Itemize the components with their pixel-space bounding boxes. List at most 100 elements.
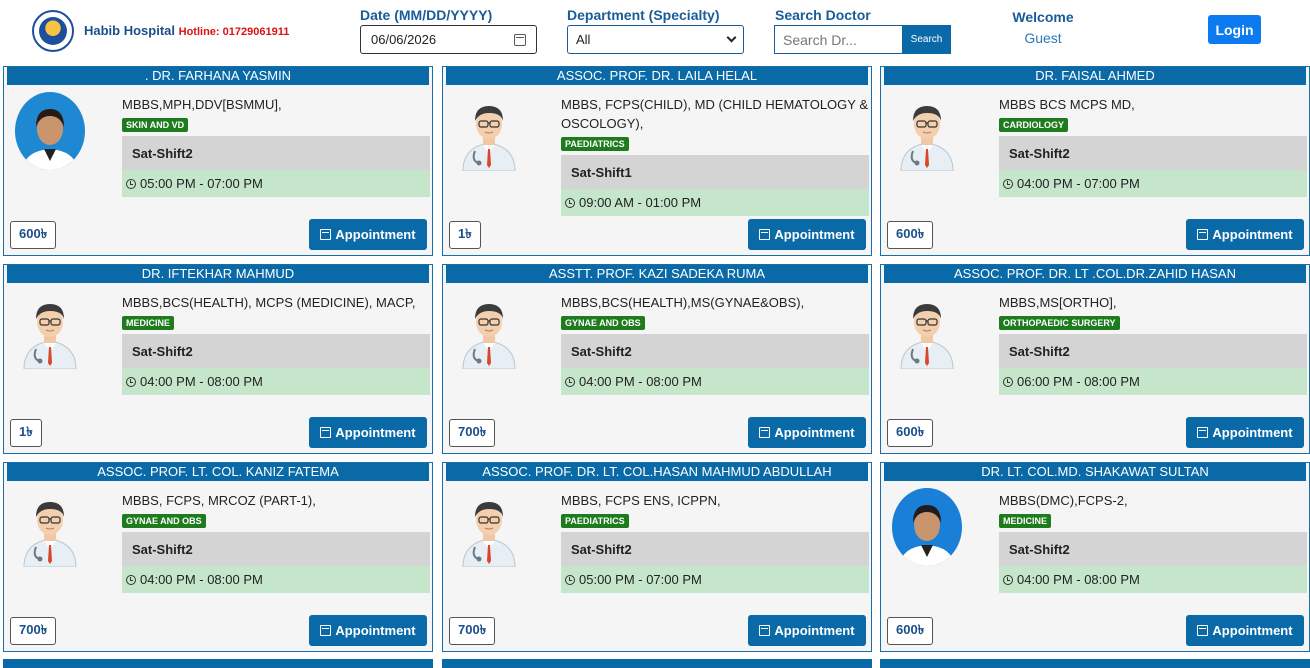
time-slot: 04:00 PM - 08:00 PM: [122, 368, 430, 395]
department-value: All: [576, 32, 591, 47]
clock-icon: [1003, 376, 1013, 387]
search-button[interactable]: Search: [902, 25, 951, 54]
search-box: Search Dr... Search: [774, 25, 951, 54]
doctor-details: MBBS BCS MCPS MD, CARDIOLOGY Sat-Shift2 04:…: [999, 95, 1309, 197]
user-name: Guest: [1024, 30, 1062, 46]
hospital-logo[interactable]: [32, 10, 74, 52]
appointment-button[interactable]: Appointment: [1186, 417, 1304, 448]
card-stub: [880, 659, 1310, 668]
calendar-icon: [320, 229, 332, 240]
appointment-button[interactable]: Appointment: [309, 417, 427, 448]
shift-label: Sat-Shift2: [122, 136, 430, 170]
doctor-name: DR. IFTEKHAR MAHMUD: [7, 265, 429, 283]
appointment-label: Appointment: [774, 425, 855, 440]
doctor-details: MBBS(DMC),FCPS-2, MEDICINE Sat-Shift2 04:00…: [999, 491, 1309, 593]
doctor-avatar: [891, 91, 963, 172]
time-range: 09:00 AM - 01:00 PM: [579, 195, 702, 210]
doctor-degree: MBBS BCS MCPS MD,: [999, 97, 1135, 112]
clock-icon: [126, 376, 136, 387]
doctor-degree: MBBS,BCS(HEALTH),MS(GYNAE&OBS),: [561, 295, 805, 310]
appointment-button[interactable]: Appointment: [1186, 615, 1304, 646]
department-badge: SKIN AND VD: [122, 118, 189, 132]
hotline: Hotline: 01729061911: [178, 26, 290, 38]
shift-label: Sat-Shift2: [561, 334, 869, 368]
doctor-degree: MBBS(DMC),FCPS-2,: [999, 493, 1128, 508]
shift-label: Sat-Shift2: [561, 532, 869, 566]
department-select[interactable]: All: [567, 25, 744, 54]
department-label: Department (Specialty): [567, 7, 720, 23]
appointment-button[interactable]: Appointment: [748, 219, 866, 250]
appointment-button[interactable]: Appointment: [1186, 219, 1304, 250]
calendar-icon: [759, 229, 771, 240]
fee-badge: 700৳: [449, 617, 496, 645]
fee-badge: 600৳: [10, 221, 57, 249]
clock-icon: [126, 574, 136, 585]
doctor-card: ASSOC. PROF. DR. LAILA HELAL MBBS, FCPS(C…: [442, 66, 872, 256]
doctor-card: DR. IFTEKHAR MAHMUD MBBS,BCS(HEALTH), MCP…: [3, 264, 433, 454]
login-button[interactable]: Login: [1208, 15, 1261, 44]
time-range: 04:00 PM - 08:00 PM: [579, 374, 702, 389]
appointment-label: Appointment: [1212, 425, 1293, 440]
doctor-details: MBBS,BCS(HEALTH), MCPS (MEDICINE), MACP,…: [122, 293, 432, 395]
welcome-text: Welcome: [1012, 9, 1074, 25]
calendar-icon: [759, 427, 771, 438]
doctor-card: ASSOC. PROF. DR. LT .COL.DR.ZAHID HASAN M…: [880, 264, 1310, 454]
doctor-avatar: [891, 289, 963, 370]
date-label: Date (MM/DD/YYYY): [360, 7, 493, 23]
fee-badge: 700৳: [449, 419, 496, 447]
appointment-label: Appointment: [335, 425, 416, 440]
fee-badge: 1৳: [10, 419, 42, 447]
appointment-button[interactable]: Appointment: [309, 219, 427, 250]
time-range: 05:00 PM - 07:00 PM: [140, 176, 263, 191]
date-field[interactable]: 06/06/2026: [360, 25, 537, 54]
doctor-name: ASSOC. PROF. DR. LT .COL.DR.ZAHID HASAN: [884, 265, 1306, 283]
doctor-details: MBBS, FCPS(CHILD), MD (CHILD HEMATOLOGY …: [561, 95, 871, 216]
calendar-icon[interactable]: [514, 33, 526, 46]
appointment-button[interactable]: Appointment: [748, 615, 866, 646]
appointment-button[interactable]: Appointment: [748, 417, 866, 448]
time-range: 04:00 PM - 08:00 PM: [140, 572, 263, 587]
brand-name: Habib Hospital: [84, 23, 176, 38]
time-slot: 09:00 AM - 01:00 PM: [561, 189, 869, 216]
department-badge: PAEDIATRICS: [561, 137, 629, 151]
search-input[interactable]: Search Dr...: [774, 25, 902, 54]
doctor-name: ASSOC. PROF. DR. LT. COL.HASAN MAHMUD AB…: [446, 463, 868, 481]
clock-icon: [1003, 574, 1013, 585]
shift-label: Sat-Shift2: [999, 334, 1307, 368]
appointment-label: Appointment: [335, 623, 416, 638]
doctor-name: ASSOC. PROF. LT. COL. KANIZ FATEMA: [7, 463, 429, 481]
time-slot: 05:00 PM - 07:00 PM: [561, 566, 869, 593]
time-slot: 06:00 PM - 08:00 PM: [999, 368, 1307, 395]
doctor-name: ASSTT. PROF. KAZI SADEKA RUMA: [446, 265, 868, 283]
appointment-label: Appointment: [335, 227, 416, 242]
appointment-label: Appointment: [1212, 623, 1293, 638]
doctor-details: MBBS, FCPS ENS, ICPPN, PAEDIATRICS Sat-Shi…: [561, 491, 871, 593]
department-badge: MEDICINE: [122, 316, 175, 330]
appointment-button[interactable]: Appointment: [309, 615, 427, 646]
fee-badge: 600৳: [887, 221, 934, 249]
doctor-avatar: [14, 487, 86, 568]
shift-label: Sat-Shift2: [999, 136, 1307, 170]
shift-label: Sat-Shift1: [561, 155, 869, 189]
doctor-avatar: [14, 91, 86, 171]
time-slot: 04:00 PM - 07:00 PM: [999, 170, 1307, 197]
clock-icon: [565, 574, 575, 585]
shift-label: Sat-Shift2: [122, 532, 430, 566]
time-slot: 04:00 PM - 08:00 PM: [561, 368, 869, 395]
clock-icon: [1003, 178, 1013, 189]
department-badge: MEDICINE: [999, 514, 1052, 528]
doctor-details: MBBS,MPH,DDV[BSMMU], SKIN AND VD Sat-Shift…: [122, 95, 432, 197]
time-range: 04:00 PM - 07:00 PM: [1017, 176, 1140, 191]
doctor-degree: MBBS, FCPS(CHILD), MD (CHILD HEMATOLOGY …: [561, 97, 868, 131]
department-badge: ORTHOPAEDIC SURGERY: [999, 316, 1120, 330]
time-slot: 04:00 PM - 08:00 PM: [122, 566, 430, 593]
doctor-card: DR. FAISAL AHMED MBBS BCS MCPS MD, CARDIOL…: [880, 66, 1310, 256]
doctor-details: MBBS, FCPS, MRCOZ (PART-1), GYNAE AND OBS…: [122, 491, 432, 593]
doctor-avatar: [453, 91, 525, 172]
doctor-card: ASSOC. PROF. DR. LT. COL.HASAN MAHMUD AB…: [442, 462, 872, 652]
calendar-icon: [1197, 427, 1209, 438]
header: Habib Hospital Hotline: 01729061911 Date…: [0, 0, 1310, 62]
date-value: 06/06/2026: [371, 32, 437, 47]
calendar-icon: [320, 427, 332, 438]
time-slot: 04:00 PM - 08:00 PM: [999, 566, 1307, 593]
